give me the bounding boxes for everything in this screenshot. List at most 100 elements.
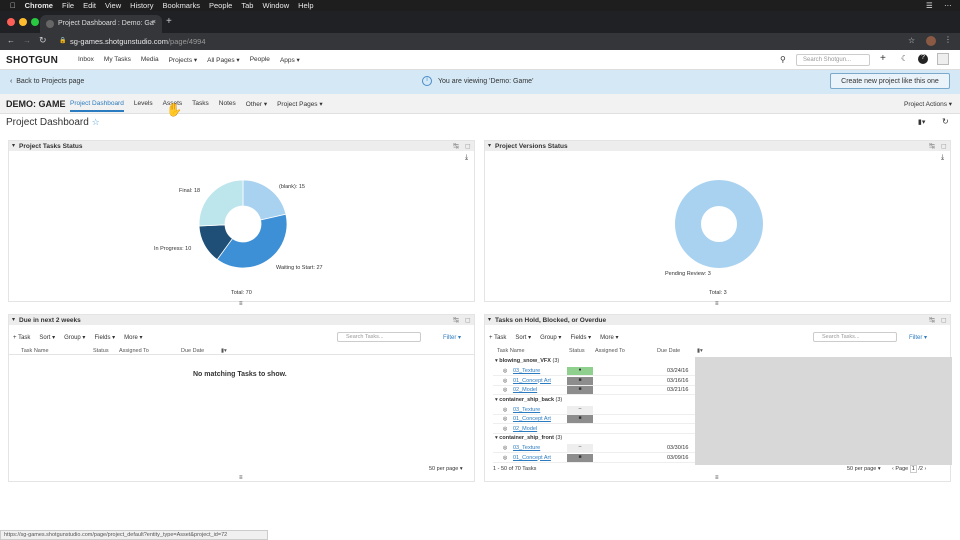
table-row[interactable]: ◎ 01_Concept Art ■ 03/16/16 [493, 376, 695, 386]
refresh-panel-icon[interactable]: ↹ [929, 316, 935, 324]
group-button[interactable]: Group ▾ [540, 334, 561, 341]
group-row[interactable]: ▾ container_ship_front (3) [495, 435, 562, 441]
tab-project-dashboard[interactable]: Project Dashboard [70, 100, 124, 112]
global-search-input[interactable]: Search Shotgun... [796, 54, 870, 66]
filter-button[interactable]: Filter ▾ [443, 334, 461, 341]
status-pill[interactable]: ■ [567, 386, 593, 394]
add-task-button[interactable]: + Task [13, 335, 30, 341]
fields-button[interactable]: Fields ▾ [570, 334, 591, 341]
page-number-input[interactable]: 1 [909, 465, 917, 473]
collapse-icon[interactable]: ▾ [488, 316, 491, 323]
table-row[interactable]: ◎ 01_Concept Art ■ 03/09/16 [493, 453, 695, 463]
per-page-select[interactable]: 50 per page ▾ [429, 466, 463, 472]
col-due-date[interactable]: Due Date [657, 348, 680, 354]
shotgun-logo[interactable]: SHOTGUN [6, 55, 58, 66]
zoom-window-button[interactable] [31, 18, 39, 26]
per-page-select[interactable]: 50 per page ▾ [847, 466, 881, 472]
col-assigned-to[interactable]: Assigned To [119, 348, 149, 354]
tab-project-pages[interactable]: Project Pages ▾ [277, 100, 323, 112]
user-avatar[interactable] [937, 53, 949, 65]
close-tab-icon[interactable]: × [152, 19, 156, 26]
page-menu-icon[interactable]: ▮▾ [918, 118, 925, 126]
menu-tab[interactable]: Tab [241, 1, 253, 10]
resize-handle-icon[interactable]: ≡ [239, 301, 243, 307]
col-assigned-to[interactable]: Assigned To [595, 348, 625, 354]
table-row[interactable]: ◎ 03_Texture – 03/30/16 [493, 444, 695, 453]
filter-button[interactable]: Filter ▾ [909, 334, 927, 341]
status-pill[interactable]: ■ [567, 415, 593, 423]
back-to-projects-link[interactable]: ‹ Back to Projects page [10, 78, 84, 85]
table-row[interactable]: ◎ 02_Model ■ 03/21/16 [493, 386, 695, 395]
col-status[interactable]: Status [93, 348, 109, 354]
status-pill[interactable]: – [567, 405, 593, 414]
create-project-button[interactable]: Create new project like this one [830, 73, 950, 89]
menu-view[interactable]: View [105, 1, 121, 10]
close-window-button[interactable] [7, 18, 15, 26]
column-picker-icon[interactable]: ▮▾ [221, 348, 227, 354]
col-task-name[interactable]: Task Name [497, 348, 525, 354]
project-actions-menu[interactable]: Project Actions ▾ [904, 100, 952, 108]
menu-file[interactable]: File [62, 1, 74, 10]
bookmark-star-icon[interactable]: ☆ [908, 36, 915, 45]
task-name-link[interactable]: 01_Concept Art [513, 378, 551, 384]
column-picker-icon[interactable]: ▮▾ [697, 348, 703, 354]
refresh-page-icon[interactable]: ↻ [942, 117, 949, 126]
favorite-star-icon[interactable]: ☆ [92, 117, 100, 127]
menu-help[interactable]: Help [298, 1, 313, 10]
nav-apps[interactable]: Apps ▾ [280, 56, 300, 64]
table-row[interactable]: ◎ 02_Model [493, 424, 695, 434]
task-name-link[interactable]: 01_Concept Art [513, 416, 551, 422]
reload-icon[interactable]: ↻ [39, 35, 47, 46]
apple-icon[interactable]:  [10, 1, 16, 10]
nav-media[interactable]: Media [141, 56, 159, 64]
expand-panel-icon[interactable]: ◻ [465, 316, 471, 324]
page-prev-label[interactable]: ‹ Page [892, 466, 908, 472]
collapse-icon[interactable]: ▾ [12, 316, 15, 323]
refresh-panel-icon[interactable]: ↹ [453, 316, 459, 324]
help-icon[interactable]: ? [918, 54, 928, 64]
menu-extra-icon[interactable]: ⋯ [944, 1, 952, 10]
status-pill[interactable] [567, 424, 593, 433]
status-pill[interactable]: ■ [567, 376, 593, 385]
menu-edit[interactable]: Edit [83, 1, 96, 10]
nav-projects[interactable]: Projects ▾ [169, 56, 198, 64]
group-button[interactable]: Group ▾ [64, 334, 85, 341]
back-icon[interactable]: ← [7, 36, 15, 45]
task-name-link[interactable]: 01_Concept Art [513, 455, 551, 461]
col-task-name[interactable]: Task Name [21, 348, 49, 354]
page-total-next[interactable]: /2 › [918, 466, 926, 472]
tab-levels[interactable]: Levels [134, 100, 153, 112]
status-pill[interactable]: ● [567, 367, 593, 375]
address-bar[interactable]: 🔒 sg-games.shotgunstudio.com/page/4994 [56, 35, 916, 48]
tab-notes[interactable]: Notes [219, 100, 236, 112]
expand-panel-icon[interactable]: ◻ [941, 316, 947, 324]
group-row[interactable]: ▾ container_ship_back (3) [495, 397, 562, 403]
table-row[interactable]: ◎ 01_Concept Art ■ [493, 415, 695, 424]
tab-tasks[interactable]: Tasks [192, 100, 209, 112]
search-tasks-input[interactable]: Search Tasks... [337, 332, 421, 342]
plus-icon[interactable]: + [880, 53, 886, 64]
fields-button[interactable]: Fields ▾ [94, 334, 115, 341]
group-row[interactable]: ▾ blowing_snow_VFX (3) [495, 358, 559, 364]
profile-avatar[interactable] [926, 36, 936, 46]
task-name-link[interactable]: 03_Texture [513, 407, 540, 413]
menu-bookmarks[interactable]: Bookmarks [162, 1, 200, 10]
nav-inbox[interactable]: Inbox [78, 56, 94, 64]
moon-icon[interactable]: ☾ [901, 54, 908, 63]
menu-window[interactable]: Window [262, 1, 289, 10]
task-name-link[interactable]: 02_Model [513, 387, 537, 393]
add-task-button[interactable]: + Task [489, 335, 506, 341]
resize-handle-icon[interactable]: ≡ [239, 475, 243, 481]
task-name-link[interactable]: 02_Model [513, 426, 537, 432]
browser-tab[interactable]: Project Dashboard : Demo: Ga × [40, 15, 162, 33]
resize-handle-icon[interactable]: ≡ [715, 475, 719, 481]
col-due-date[interactable]: Due Date [181, 348, 204, 354]
forward-icon[interactable]: → [23, 36, 31, 45]
task-name-link[interactable]: 03_Texture [513, 368, 540, 374]
menu-people[interactable]: People [209, 1, 232, 10]
col-status[interactable]: Status [569, 348, 585, 354]
sort-button[interactable]: Sort ▾ [515, 334, 531, 341]
table-row[interactable]: ◎ 03_Texture – [493, 405, 695, 415]
chrome-menu-icon[interactable]: ⋮ [944, 35, 952, 44]
sort-button[interactable]: Sort ▾ [39, 334, 55, 341]
